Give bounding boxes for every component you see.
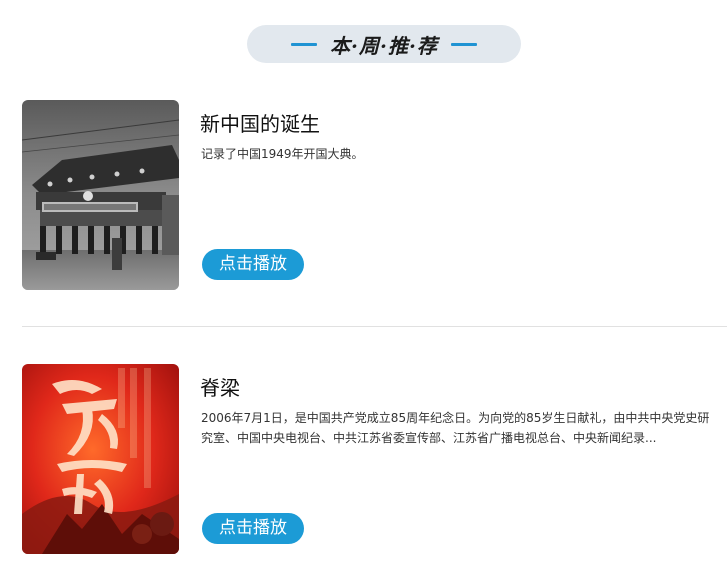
video-thumbnail[interactable] — [22, 364, 179, 554]
video-thumbnail[interactable] — [22, 100, 179, 290]
recommendation-item: 新中国的诞生 记录了中国1949年开国大典。 点击播放 — [22, 100, 727, 290]
item-title[interactable]: 脊梁 — [200, 372, 240, 401]
item-title[interactable]: 新中国的诞生 — [200, 108, 320, 137]
section-header: 本·周·推·荐 — [247, 25, 521, 63]
section-title: 本·周·推·荐 — [330, 33, 438, 58]
play-button[interactable]: 点击播放 — [202, 249, 304, 280]
header-dash-right — [450, 42, 477, 46]
item-description: 记录了中国1949年开国大典。 — [201, 147, 364, 161]
recommendation-item: 脊梁 2006年7月1日，是中国共产党成立85周年纪念日。为向党的85岁生日献礼… — [22, 364, 727, 554]
calligraphy-poster-icon — [22, 364, 179, 554]
header-dash-left — [291, 42, 318, 46]
play-button[interactable]: 点击播放 — [202, 513, 304, 544]
item-description: 2006年7月1日，是中国共产党成立85周年纪念日。为向党的85岁生日献礼，由中… — [201, 411, 710, 445]
building-photo-icon — [22, 100, 179, 290]
item-divider — [22, 326, 727, 327]
